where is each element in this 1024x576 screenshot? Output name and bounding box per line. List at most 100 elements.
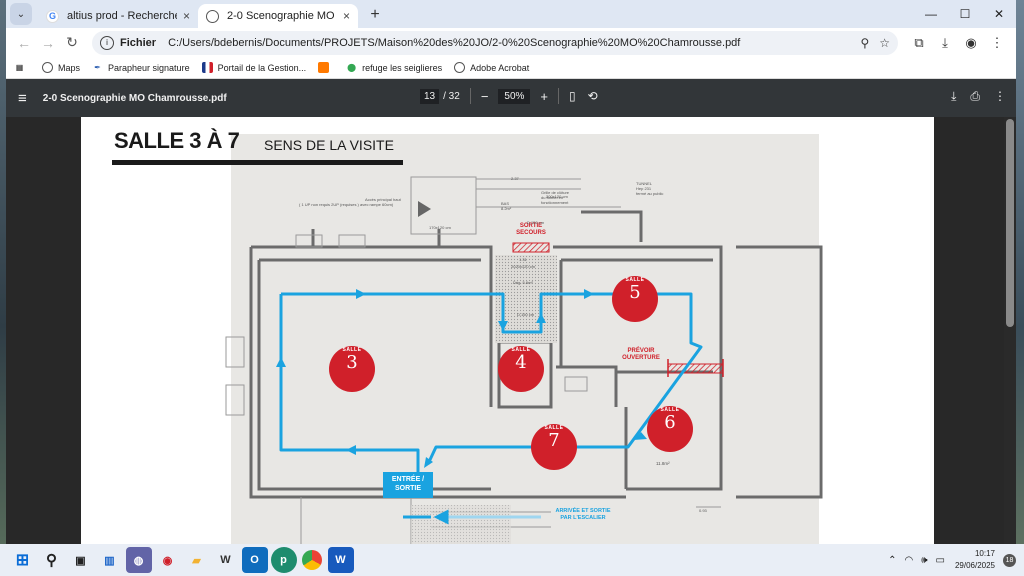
outlook-icon[interactable]: O [241, 547, 268, 573]
tab-pdf[interactable]: 2-0 Scenographie MO Chamrou × [198, 4, 358, 28]
widgets-icon[interactable]: ▥ [97, 547, 123, 573]
info-icon[interactable]: i [100, 35, 114, 50]
back-button[interactable]: ← [12, 31, 36, 55]
dim-porte: 170x120 cm [429, 225, 451, 230]
search-icon[interactable]: ⚲ [39, 547, 65, 573]
download-icon[interactable]: ⤓ [951, 89, 956, 104]
bookmark-refuge[interactable]: ⬤ refuge les seiglieres [346, 62, 442, 73]
edge-like-icon[interactable]: ◉ [155, 547, 181, 573]
minimize-button[interactable]: — [914, 0, 948, 28]
fit-page-icon[interactable]: ▯ [569, 89, 576, 103]
scheme-chip: Fichier [120, 36, 157, 49]
bookmark-apps[interactable]: ▦ [14, 62, 30, 73]
page-number-input[interactable]: 13 [420, 88, 440, 104]
room-6-label: SALLE 6 [660, 407, 680, 433]
close-icon[interactable]: × [183, 9, 190, 23]
pdf-viewport[interactable]: SALLE 3 À 7 SENS DE LA VISITE SALLE 3 SA… [6, 117, 1016, 544]
stair-area-bottom [411, 505, 511, 544]
globe-icon [454, 62, 466, 73]
browser-window: ⌄ G altius prod - Recherche Google × 2-0… [6, 0, 1016, 544]
tab-google[interactable]: G altius prod - Recherche Google × [38, 4, 198, 28]
pdf-page: SALLE 3 À 7 SENS DE LA VISITE SALLE 3 SA… [81, 117, 934, 544]
word-wp-icon[interactable]: W [213, 547, 239, 573]
download-icon[interactable]: ⤓ [932, 31, 958, 55]
floor-plan [225, 176, 823, 544]
pdf-scrollbar[interactable] [1004, 117, 1016, 544]
url-text[interactable]: C:/Users/bdebernis/Documents/PROJETS/Mai… [168, 37, 850, 49]
apps-grid-icon: ▦ [15, 63, 24, 72]
clock[interactable]: 10:17 29/06/2025 [955, 548, 995, 572]
desktop-wallpaper-right [1016, 0, 1024, 544]
globe-icon [42, 62, 53, 73]
bookmark-maps[interactable]: Maps [42, 62, 80, 73]
divider [558, 88, 560, 104]
dim-bottom: 0.93 [699, 508, 707, 513]
reload-button[interactable]: ↻ [60, 31, 84, 55]
rotate-icon[interactable]: ⟲ [588, 89, 598, 103]
file-explorer-icon[interactable]: ▰ [184, 547, 210, 573]
battery-icon[interactable]: ▭ [936, 555, 945, 566]
dim-2: D.150 cm [517, 312, 535, 317]
plan-title: SALLE 3 À 7 [114, 128, 240, 153]
media-icon [418, 201, 431, 217]
forward-button[interactable]: → [36, 31, 60, 55]
page-total: / 32 [443, 90, 460, 102]
opening-marker [667, 363, 724, 374]
wifi-icon[interactable]: ◠ [904, 555, 913, 566]
tab-search-button[interactable]: ⌄ [10, 3, 32, 25]
windows-start-icon[interactable]: ⊞ [10, 547, 36, 573]
close-window-button[interactable]: ✕ [982, 0, 1016, 28]
menu-icon[interactable]: ⋮ [984, 31, 1010, 55]
print-icon[interactable]: ⎙ [970, 89, 980, 104]
chevron-up-icon[interactable]: ⌃ [888, 555, 896, 566]
zoom-icon[interactable]: ⚲ [860, 36, 869, 50]
divider [469, 88, 471, 104]
bookmark-portail[interactable]: Portail de la Gestion... [201, 62, 306, 73]
entree-sortie-label: ENTRÉE / SORTIE [391, 476, 425, 492]
teams-icon[interactable]: ◍ [125, 547, 152, 573]
notification-badge[interactable]: 18 [1003, 553, 1016, 567]
tunnel-note: TUNNEL Hep 231 fermé au public [636, 181, 664, 196]
exit-door-marker [512, 242, 550, 253]
dim-4: 1.31 [519, 257, 527, 262]
pdf-toolbar: ≡ 2-0 Scenographie MO Chamrousse.pdf 13 … [6, 79, 1016, 117]
close-icon[interactable]: × [343, 9, 350, 23]
sidebar-menu-icon[interactable]: ≡ [18, 90, 27, 107]
zoom-out-button[interactable]: − [481, 89, 489, 104]
profile-icon[interactable]: ◉ [958, 31, 984, 55]
dim-3: D.150 cm [527, 220, 545, 225]
scrollbar-thumb[interactable] [1006, 119, 1014, 327]
google-icon: G [46, 9, 59, 23]
maximize-button[interactable]: ☐ [948, 0, 982, 28]
chrome-icon[interactable] [302, 550, 322, 570]
new-tab-button[interactable]: + [364, 4, 386, 26]
system-tray: ⌃ ◠ 🕪 ▭ 10:17 29/06/2025 18 [880, 544, 1016, 576]
address-bar[interactable]: i Fichier C:/Users/bdebernis/Documents/P… [92, 30, 898, 55]
app-green-icon[interactable]: p [270, 547, 297, 573]
title-underline [112, 160, 403, 165]
bookmark-parapheur[interactable]: ✒ Parapheur signature [92, 62, 189, 73]
task-view-icon[interactable]: ▣ [68, 547, 94, 573]
zoom-in-button[interactable]: + [540, 89, 548, 104]
tab-title: 2-0 Scenographie MO Chamrou [227, 10, 337, 22]
dim-top: 2.37 [511, 176, 519, 181]
star-icon[interactable]: ☆ [879, 36, 890, 50]
more-icon[interactable]: ⋮ [994, 89, 1006, 104]
speaker-icon[interactable]: 🕪 [921, 555, 927, 566]
globe-icon [206, 9, 219, 23]
extensions-icon[interactable]: ⧉ [906, 31, 932, 55]
browser-toolbar: ← → ↻ i Fichier C:/Users/bdebernis/Docum… [6, 28, 1016, 57]
lobby-note: Accès principal haut ( 1 UP non requis 2… [299, 197, 401, 207]
paraph-icon: ✒ [94, 63, 101, 72]
bas-note: BAS 8.2m² [501, 201, 512, 211]
bookmark-orange[interactable] [318, 62, 334, 73]
dim-5: 2020x120 cm [511, 264, 536, 269]
dim-door: 300x120 cm [546, 194, 568, 199]
room-5-label: SALLE 5 [625, 277, 645, 303]
word-icon[interactable]: W [327, 547, 354, 573]
orange-square-icon [318, 62, 330, 73]
room-3-label: SALLE 3 [342, 347, 362, 373]
zoom-input[interactable]: 50% [498, 88, 531, 104]
pdf-title: 2-0 Scenographie MO Chamrousse.pdf [42, 92, 227, 104]
bookmark-acrobat[interactable]: Adobe Acrobat [454, 62, 529, 73]
